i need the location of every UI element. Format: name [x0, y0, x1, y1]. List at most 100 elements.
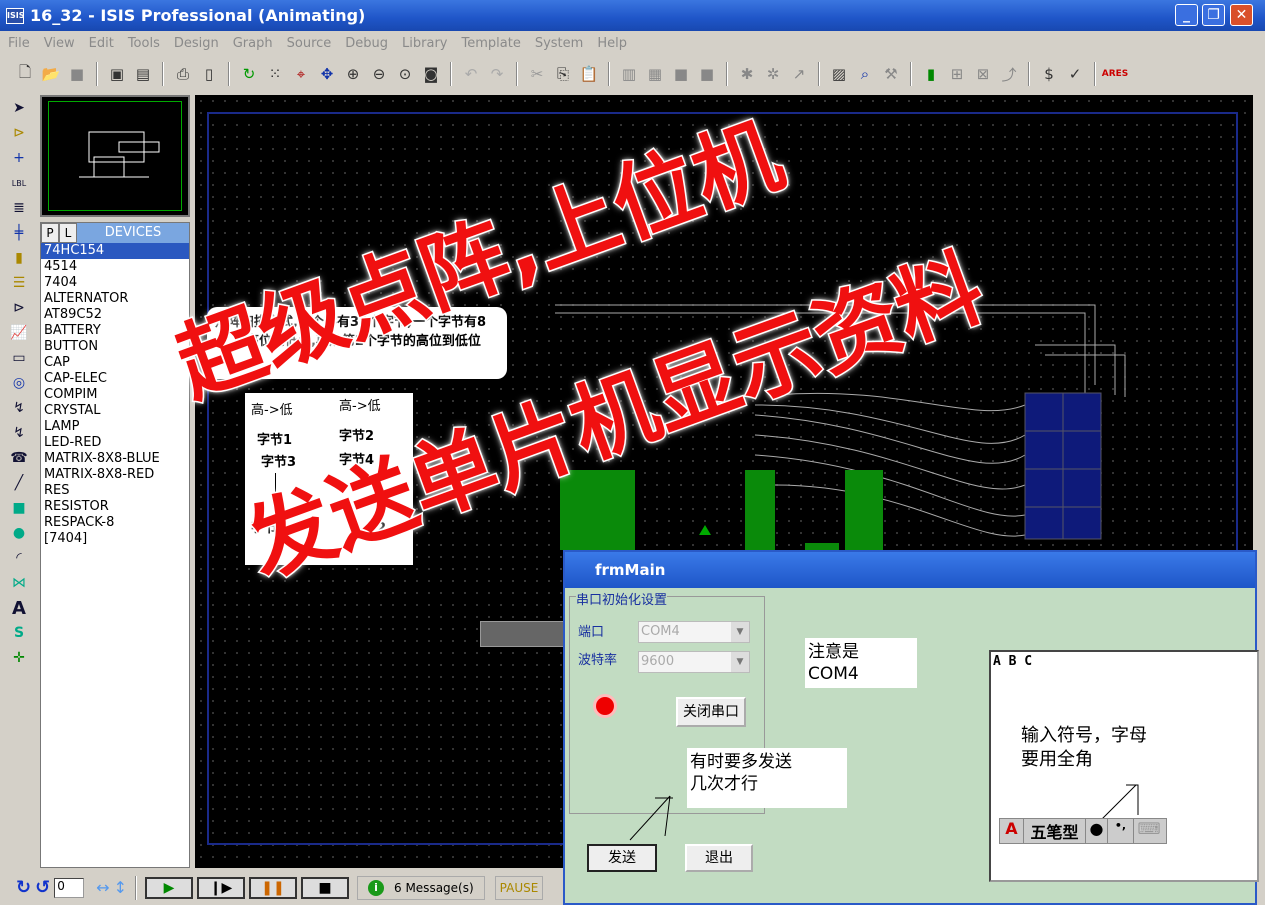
maximize-button[interactable]: ❐ [1202, 4, 1225, 26]
ime-fullwidth-button[interactable]: ● [1086, 819, 1108, 843]
mirror-y-icon[interactable]: ↕ [114, 878, 127, 897]
port-select[interactable]: COM4 ▼ [638, 621, 750, 643]
rotation-input[interactable]: 0 [54, 877, 85, 898]
current-probe-icon[interactable]: ↯ [8, 423, 30, 444]
zoom-out-icon[interactable]: ⊖ [368, 63, 390, 85]
new-file-icon[interactable]: 🗋 [14, 63, 36, 85]
refresh-icon[interactable]: ↻ [238, 63, 260, 85]
virtual-instrument-icon[interactable]: ☎ [8, 448, 30, 469]
device-item[interactable]: COMPIM [41, 387, 189, 403]
line-icon[interactable]: ╱ [8, 473, 30, 494]
device-item[interactable]: 7404 [41, 275, 189, 291]
pick-devices-tab[interactable]: P [41, 223, 59, 243]
component-icon[interactable]: ⊳ [8, 123, 30, 144]
text-icon[interactable]: A [8, 598, 30, 619]
voltage-probe-icon[interactable]: ↯ [8, 398, 30, 419]
zoom-all-icon[interactable]: ⊙ [394, 63, 416, 85]
rotate-ccw-icon[interactable]: ↺ [35, 877, 50, 898]
library-tab[interactable]: L [59, 223, 77, 243]
make-device-icon[interactable]: ✲ [762, 63, 784, 85]
minimize-button[interactable]: _ [1175, 4, 1198, 26]
device-item[interactable]: MATRIX-8X8-RED [41, 467, 189, 483]
device-item[interactable]: CRYSTAL [41, 403, 189, 419]
redo-icon[interactable]: ↷ [486, 63, 508, 85]
pick-device-icon[interactable]: ✱ [736, 63, 758, 85]
symbol-icon[interactable]: S [8, 623, 30, 644]
terminal-icon[interactable]: ☰ [8, 273, 30, 294]
box-icon[interactable]: ■ [8, 498, 30, 519]
baud-select[interactable]: 9600 ▼ [638, 651, 750, 673]
save-icon[interactable]: ■ [66, 63, 88, 85]
stop-button[interactable]: ■ [301, 876, 349, 899]
menu-file[interactable]: File [8, 36, 30, 51]
ime-language-button[interactable]: A [1000, 819, 1024, 843]
text-script-icon[interactable]: ≣ [8, 198, 30, 219]
menu-view[interactable]: View [44, 36, 75, 51]
exit-button[interactable]: 退出 [685, 844, 753, 872]
device-item[interactable]: RES [41, 483, 189, 499]
import-icon[interactable]: ▣ [106, 63, 128, 85]
export-icon[interactable]: ▤ [132, 63, 154, 85]
erc-icon[interactable]: ✓ [1064, 63, 1086, 85]
device-item[interactable]: 74HC154 [41, 243, 189, 259]
device-item[interactable]: [7404] [41, 531, 189, 547]
menu-tools[interactable]: Tools [128, 36, 160, 51]
zoom-in-icon[interactable]: ⊕ [342, 63, 364, 85]
bom-icon[interactable]: $ [1038, 63, 1060, 85]
marker-icon[interactable]: ✛ [8, 648, 30, 669]
pan-icon[interactable]: ✥ [316, 63, 338, 85]
menu-system[interactable]: System [535, 36, 583, 51]
block-delete-icon[interactable]: ■ [696, 63, 718, 85]
paste-icon[interactable]: 📋 [578, 63, 600, 85]
menu-edit[interactable]: Edit [89, 36, 114, 51]
keyboard-icon[interactable]: ⌨ [1134, 819, 1164, 843]
page-icon[interactable]: ▯ [198, 63, 220, 85]
select-arrow-icon[interactable]: ➤ [8, 98, 30, 119]
sheet-icon[interactable]: ▮ [920, 63, 942, 85]
block-copy-icon[interactable]: ▥ [618, 63, 640, 85]
origin-icon[interactable]: ⌖ [290, 63, 312, 85]
device-item[interactable]: MATRIX-8X8-BLUE [41, 451, 189, 467]
menu-template[interactable]: Template [462, 36, 521, 51]
device-item[interactable]: LED-RED [41, 435, 189, 451]
copy-icon[interactable]: ⎘ [552, 63, 574, 85]
add-sheet-icon[interactable]: ⊞ [946, 63, 968, 85]
ime-punct-button[interactable]: •, [1108, 819, 1134, 843]
undo-icon[interactable]: ↶ [460, 63, 482, 85]
junction-icon[interactable]: + [8, 148, 30, 169]
ares-icon[interactable]: ARES [1102, 63, 1129, 85]
subcircuit-icon[interactable]: ▮ [8, 248, 30, 269]
send-text-input[interactable]: A B C 输入符号，字母 要用全角 A 五笔型 ● •, ⌨ [989, 650, 1259, 882]
send-button[interactable]: 发送 [587, 844, 657, 872]
menu-design[interactable]: Design [174, 36, 219, 51]
bus-icon[interactable]: ╪ [8, 223, 30, 244]
print-icon[interactable]: ⎙ [172, 63, 194, 85]
path-icon[interactable]: ⋈ [8, 573, 30, 594]
zoom-area-icon[interactable]: ◙ [420, 63, 442, 85]
tools-icon[interactable]: ⚒ [880, 63, 902, 85]
open-folder-icon[interactable]: 📂 [40, 63, 62, 85]
cut-icon[interactable]: ✂ [526, 63, 548, 85]
route-icon[interactable]: ↗ [788, 63, 810, 85]
messages-panel[interactable]: i 6 Message(s) [357, 875, 485, 900]
device-item[interactable]: BUTTON [41, 339, 189, 355]
block-rotate-icon[interactable]: ■ [670, 63, 692, 85]
menu-library[interactable]: Library [402, 36, 447, 51]
graph-icon[interactable]: 📈 [8, 323, 30, 344]
remove-sheet-icon[interactable]: ⊠ [972, 63, 994, 85]
search-icon[interactable]: ⌕ [854, 63, 876, 85]
pin-icon[interactable]: ⊳ [8, 298, 30, 319]
rotate-cw-icon[interactable]: ↻ [16, 877, 31, 898]
arc-icon[interactable]: ◜ [8, 548, 30, 569]
device-item[interactable]: ALTERNATOR [41, 291, 189, 307]
device-item[interactable]: BATTERY [41, 323, 189, 339]
tape-icon[interactable]: ▭ [8, 348, 30, 369]
play-button[interactable]: ▶ [145, 876, 193, 899]
device-item[interactable]: LAMP [41, 419, 189, 435]
device-item[interactable]: CAP [41, 355, 189, 371]
close-port-button[interactable]: 关闭串口 [676, 697, 746, 727]
child-sheet-icon[interactable]: ⤴ [998, 63, 1020, 85]
generator-icon[interactable]: ◎ [8, 373, 30, 394]
menu-help[interactable]: Help [597, 36, 627, 51]
label-icon[interactable]: LBL [8, 173, 30, 194]
